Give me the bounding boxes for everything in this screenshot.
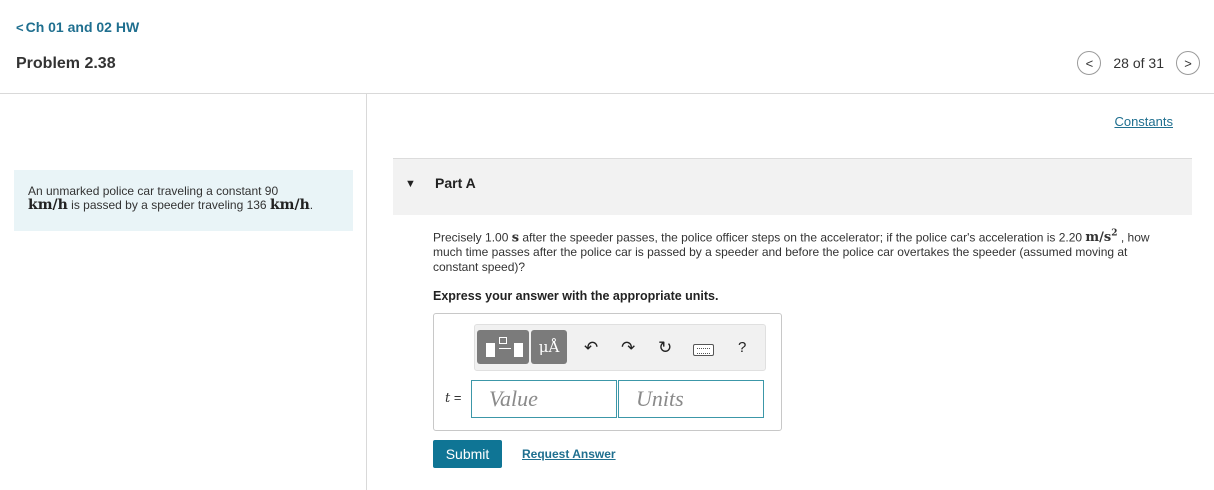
chevron-right-icon: >	[1184, 55, 1192, 71]
question-part-2: after the speeder passes, the police off…	[519, 230, 1086, 245]
page-count: 28 of 31	[1113, 55, 1164, 71]
intro-unit-1: km/h	[28, 197, 68, 213]
triangle-down-icon: ▼	[405, 178, 416, 190]
problem-title: Problem 2.38	[16, 55, 116, 72]
answer-equals: =	[450, 390, 462, 405]
undo-icon[interactable]: ↶	[584, 338, 598, 358]
submit-button[interactable]: Submit	[433, 440, 502, 468]
value-input[interactable]: Value	[471, 380, 617, 418]
intro-unit-2: km/h	[269, 197, 310, 213]
constants-link[interactable]: Constants	[1114, 114, 1173, 129]
back-to-assignment-link[interactable]: < Ch 01 and 02 HW	[16, 19, 139, 35]
intro-text: An unmarked police car traveling a const…	[28, 184, 279, 198]
reset-icon[interactable]: ↻	[658, 338, 672, 358]
redo-icon[interactable]: ↷	[621, 338, 635, 358]
back-link-label: Ch 01 and 02 HW	[25, 19, 140, 35]
prev-problem-button[interactable]: <	[1077, 51, 1102, 75]
units-button[interactable]: μÅ	[531, 330, 567, 364]
part-label: Part A	[435, 175, 476, 191]
unit-seconds: s	[511, 230, 520, 246]
help-button[interactable]: ?	[738, 338, 746, 358]
keyboard-icon[interactable]	[693, 344, 714, 356]
part-a-header[interactable]: ▼ Part A	[393, 159, 1192, 215]
answer-box: μÅ ↶ ↷ ↻ ? t = Value Units	[433, 313, 782, 431]
units-input[interactable]: Units	[618, 380, 764, 418]
accel-unit: m/s2	[1085, 229, 1117, 246]
question-text: Precisely 1.00 s after the speeder passe…	[433, 227, 1168, 275]
answer-instruction: Express your answer with the appropriate…	[433, 289, 719, 303]
chevron-left-icon: <	[1085, 55, 1094, 71]
problem-intro: An unmarked police car traveling a const…	[14, 170, 353, 231]
template-button[interactable]	[477, 330, 529, 364]
chevron-left-icon: <	[16, 20, 24, 35]
question-part-1: Precisely 1.00	[433, 230, 512, 245]
next-problem-button[interactable]: >	[1176, 51, 1200, 75]
intro-text-end: .	[309, 198, 314, 212]
accel-unit-base: m/s	[1085, 230, 1112, 246]
answer-variable-label: t =	[445, 390, 461, 406]
header-divider	[0, 93, 1214, 94]
request-answer-link[interactable]: Request Answer	[522, 447, 616, 461]
column-divider	[366, 94, 367, 490]
pager: < 28 of 31 >	[1077, 51, 1200, 75]
intro-text-middle: is passed by a speeder traveling 136	[67, 198, 270, 212]
